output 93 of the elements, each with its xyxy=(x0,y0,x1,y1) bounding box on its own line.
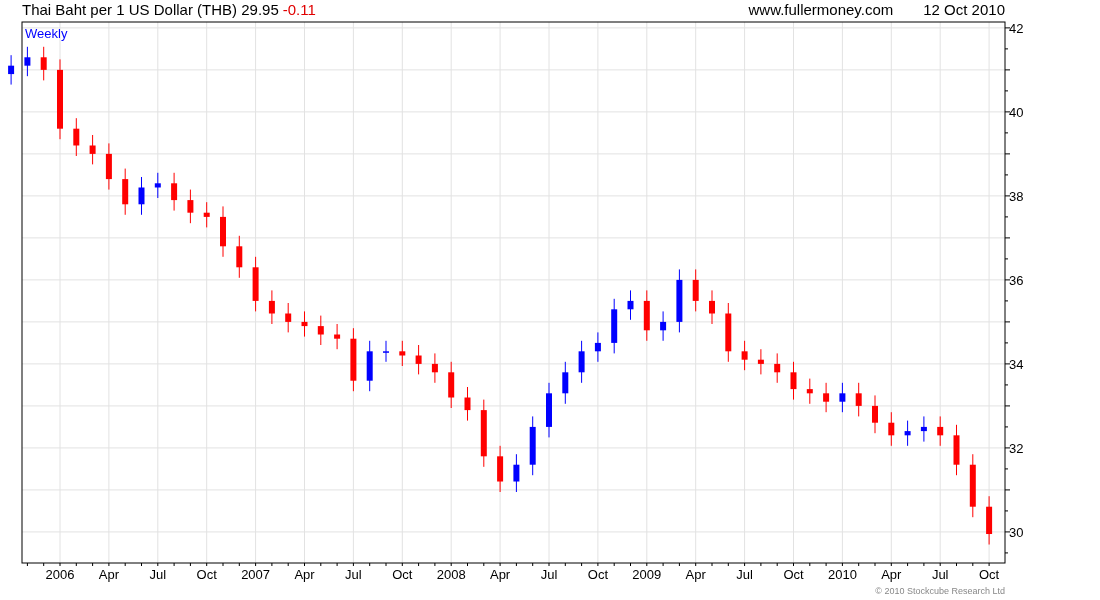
candlestick xyxy=(513,453,520,493)
candlestick xyxy=(839,382,846,413)
candlestick xyxy=(709,289,715,325)
candlestick xyxy=(529,415,536,476)
candlestick xyxy=(562,361,569,405)
candlestick xyxy=(806,378,813,405)
x-axis-label: Jul xyxy=(149,567,167,582)
candlestick xyxy=(220,205,226,258)
candlestick xyxy=(774,352,781,384)
candlestick xyxy=(317,315,324,346)
candlestick xyxy=(187,189,194,224)
x-axis-label: Oct xyxy=(587,567,608,582)
y-axis-label: 32 xyxy=(1009,440,1024,456)
candlestick xyxy=(741,340,748,371)
candlestick xyxy=(448,361,455,409)
candlestick xyxy=(480,399,487,468)
candlestick xyxy=(8,54,15,86)
candlestick xyxy=(969,453,976,518)
candlestick xyxy=(823,382,830,413)
candlestick xyxy=(904,420,911,447)
candlestick xyxy=(643,289,650,342)
y-axis-label: 36 xyxy=(1009,272,1024,288)
candlestick xyxy=(40,46,47,81)
y-axis-label: 42 xyxy=(1009,20,1024,36)
x-axis-label: 2006 xyxy=(45,567,75,582)
candlestick xyxy=(154,172,161,199)
price-change: -0.11 xyxy=(282,0,316,18)
x-axis-label: Jul xyxy=(540,567,558,582)
candlestick xyxy=(660,310,667,342)
candlestick xyxy=(790,361,797,401)
candlestick xyxy=(855,382,862,417)
candlestick xyxy=(627,289,634,321)
candlestick xyxy=(937,415,944,447)
candlestick xyxy=(383,340,389,363)
candlestick xyxy=(676,268,683,333)
candlestick xyxy=(920,415,927,443)
x-axis-label: Oct xyxy=(783,567,804,582)
candlestick xyxy=(171,172,178,212)
candlestick xyxy=(415,344,422,375)
candlestick xyxy=(986,495,993,545)
y-axis-label: 30 xyxy=(1009,524,1024,540)
x-axis-label: 2007 xyxy=(241,567,271,582)
candlestick xyxy=(953,424,960,476)
period-label: Weekly xyxy=(25,26,68,41)
candlestick xyxy=(497,445,504,493)
candlestick xyxy=(611,298,618,354)
x-axis-label: 2010 xyxy=(827,567,857,582)
candlestick xyxy=(334,323,341,350)
candlestick xyxy=(285,302,292,333)
x-axis-label: Oct xyxy=(196,567,217,582)
candlestick xyxy=(268,289,275,325)
candlestick xyxy=(236,235,243,279)
candlestick xyxy=(399,340,406,367)
candlestick xyxy=(350,327,357,392)
x-axis-label: Apr xyxy=(685,567,706,582)
x-axis-label: 2008 xyxy=(436,567,466,582)
x-axis-label: Apr xyxy=(490,567,511,582)
candlestick xyxy=(301,310,308,338)
candlestick xyxy=(252,256,259,312)
candlestick xyxy=(138,176,145,216)
candlestick xyxy=(888,411,895,447)
x-axis-label: Jul xyxy=(931,567,949,582)
candlestick xyxy=(546,382,552,438)
x-axis-label: Jul xyxy=(345,567,362,582)
x-axis-label: Apr xyxy=(294,567,315,582)
candlestick xyxy=(578,340,585,384)
candlestick xyxy=(757,348,764,375)
candlestick xyxy=(431,352,438,384)
y-axis-label: 34 xyxy=(1009,356,1024,372)
x-axis-label: Jul xyxy=(736,567,753,582)
candlestick xyxy=(24,46,31,77)
x-axis-label: Apr xyxy=(98,567,119,582)
chart-title: Thai Baht per 1 US Dollar (THB) 29.95 xyxy=(22,0,279,18)
candlestick xyxy=(73,117,80,157)
y-axis-label: 38 xyxy=(1009,188,1024,204)
copyright-text: © 2010 Stockcube Research Ltd xyxy=(875,586,1005,598)
candlestick xyxy=(366,340,373,392)
candlestick xyxy=(203,201,210,228)
candlestick xyxy=(725,302,732,363)
candlestick xyxy=(105,142,112,191)
candlestick xyxy=(89,134,96,165)
x-axis-label: Oct xyxy=(392,567,413,582)
candlestick xyxy=(122,168,129,216)
chart-date: 12 Oct 2010 xyxy=(923,0,1005,18)
x-axis-label: Oct xyxy=(979,567,1000,582)
candlestick xyxy=(872,394,878,434)
x-axis-label: Apr xyxy=(881,567,902,582)
y-axis-label: 40 xyxy=(1009,104,1024,120)
x-axis-label: 2009 xyxy=(632,567,662,582)
candlestick xyxy=(692,268,699,312)
website-address: www.fullermoney.com xyxy=(748,0,894,18)
candlestick xyxy=(594,331,601,363)
candlestick xyxy=(464,386,471,422)
